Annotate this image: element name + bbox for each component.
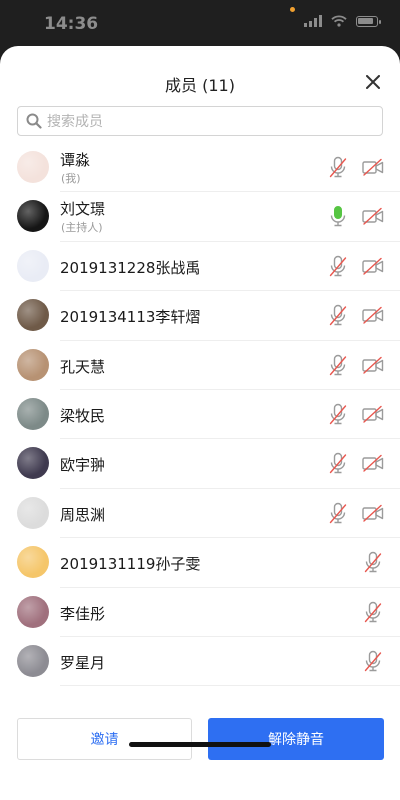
member-row[interactable]: 2019134113李轩熠 — [0, 291, 400, 341]
member-name: 谭淼 — [60, 151, 91, 169]
mic-status[interactable] — [327, 403, 349, 427]
mic-muted-icon — [329, 502, 347, 523]
mic-muted-icon — [364, 601, 382, 622]
mic-muted-icon — [329, 403, 347, 425]
member-row[interactable]: 欧宇翀 — [0, 439, 400, 490]
search-placeholder: 搜索成员 — [47, 114, 103, 130]
member-name: 罗星月 — [60, 653, 106, 672]
mic-status[interactable] — [327, 304, 349, 328]
camera-status[interactable] — [362, 404, 384, 424]
privacy-indicator-dot — [290, 7, 295, 12]
member-sheet: 成员 (11) 搜索成员 谭淼 (我) 刘文璟 (主持人) 2019131228张战禹 2… — [0, 46, 400, 800]
camera-off-icon — [362, 455, 384, 473]
avatar — [17, 200, 49, 233]
camera-status[interactable] — [362, 256, 384, 276]
member-row[interactable]: 李佳彤 — [0, 588, 400, 638]
close-icon — [366, 75, 380, 89]
member-row[interactable]: 刘文璟 (主持人) — [0, 192, 400, 243]
mic-muted-icon — [364, 551, 382, 573]
camera-off-icon — [362, 208, 384, 226]
mic-status[interactable] — [362, 601, 384, 625]
member-name: 刘文璟 — [60, 200, 106, 219]
avatar — [17, 348, 49, 381]
unmute-all-button[interactable]: 解除静音 — [208, 718, 384, 760]
member-row[interactable]: 罗星月 — [0, 637, 400, 687]
mic-status[interactable] — [327, 156, 349, 180]
sheet-title: 成员 (11) — [165, 76, 235, 95]
member-row[interactable]: 2019131228张战禹 — [0, 242, 400, 292]
search-input[interactable]: 搜索成员 — [17, 106, 383, 136]
camera-status[interactable] — [362, 503, 384, 523]
avatar — [17, 546, 49, 579]
cellular-signal-icon — [304, 15, 322, 27]
mic-status[interactable] — [327, 452, 349, 476]
avatar — [17, 496, 49, 529]
member-name: 2019134113李轩熠 — [60, 308, 201, 327]
mic-status[interactable] — [327, 205, 349, 229]
member-name: 2019131228张战禹 — [60, 258, 201, 277]
camera-off-icon — [362, 158, 384, 176]
avatar — [17, 249, 49, 282]
camera-status[interactable] — [362, 206, 384, 226]
mic-muted-icon — [329, 156, 347, 178]
avatar — [17, 299, 49, 332]
mic-muted-icon — [329, 304, 347, 326]
mic-muted-icon — [329, 453, 347, 474]
member-row[interactable]: 2019131119孙子雯 — [0, 538, 400, 588]
camera-status[interactable] — [362, 453, 384, 473]
member-row[interactable]: 周思渊 — [0, 489, 400, 539]
member-name: 欧宇翀 — [60, 456, 106, 475]
member-row[interactable]: 孔天慧 — [0, 341, 400, 391]
mic-active-icon — [330, 206, 346, 227]
avatar — [17, 151, 49, 183]
search-icon — [26, 113, 42, 129]
close-button[interactable] — [362, 71, 384, 93]
mic-status[interactable] — [362, 650, 384, 674]
mic-status[interactable] — [362, 551, 384, 575]
footer-actions: 邀请 解除静音 — [0, 718, 400, 800]
mic-muted-icon — [364, 650, 382, 672]
member-row[interactable]: 谭淼 (我) — [0, 143, 400, 193]
status-time: 14:36 — [44, 14, 99, 34]
mic-status[interactable] — [327, 502, 349, 526]
member-name: 周思渊 — [60, 505, 106, 524]
camera-off-icon — [362, 306, 384, 324]
avatar — [17, 595, 49, 628]
avatar — [17, 397, 49, 430]
status-icons — [304, 15, 381, 27]
avatar — [17, 644, 49, 677]
home-indicator — [129, 742, 271, 747]
member-list: 谭淼 (我) 刘文璟 (主持人) 2019131228张战禹 2019134113李轩熠孔… — [0, 143, 400, 687]
mic-muted-icon — [329, 354, 347, 375]
avatar — [17, 447, 49, 480]
member-role: (主持人) — [61, 221, 103, 235]
camera-status[interactable] — [362, 355, 384, 375]
member-name: 孔天慧 — [60, 357, 106, 376]
mic-muted-icon — [329, 255, 347, 276]
mic-status[interactable] — [327, 354, 349, 378]
camera-status[interactable] — [362, 305, 384, 325]
battery-icon — [356, 15, 381, 27]
member-name: 2019131119孙子雯 — [60, 555, 201, 574]
member-name: 李佳彤 — [60, 604, 106, 623]
camera-off-icon — [362, 504, 384, 522]
invite-button[interactable]: 邀请 — [17, 718, 192, 760]
camera-off-icon — [362, 356, 384, 374]
mic-status[interactable] — [327, 255, 349, 279]
member-name: 梁牧民 — [60, 406, 106, 425]
wifi-icon — [331, 15, 347, 27]
camera-status[interactable] — [362, 157, 384, 177]
status-bar: 14:36 — [0, 0, 400, 46]
camera-off-icon — [362, 257, 384, 275]
camera-off-icon — [362, 405, 384, 423]
member-role: (我) — [61, 172, 81, 185]
member-row[interactable]: 梁牧民 — [0, 390, 400, 440]
